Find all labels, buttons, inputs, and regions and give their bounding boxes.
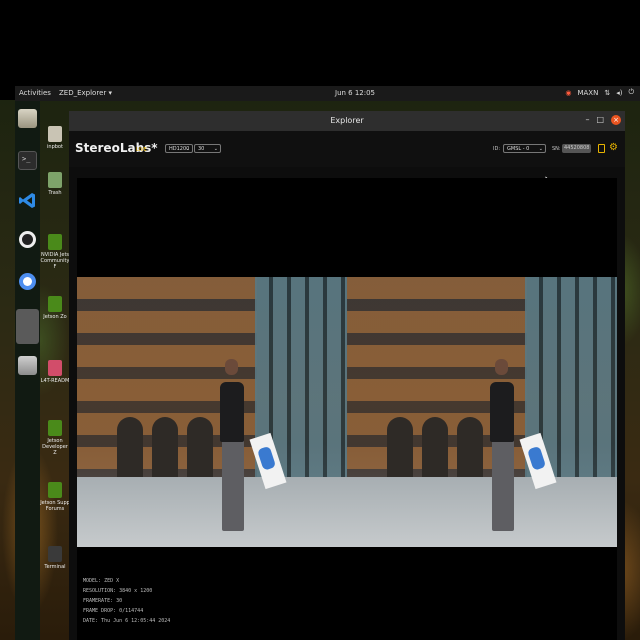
right-camera-image [347, 277, 617, 547]
chromium-app-icon[interactable] [19, 273, 36, 290]
desktop-icon-jetson-support[interactable]: Jetson Supp Forums [40, 482, 70, 512]
nvidia-icon [48, 420, 62, 436]
desktop-icon-l4t-readme[interactable]: L4T-READM [40, 360, 70, 384]
desktop-icon-jetson-developer[interactable]: Jetson Developer Z [40, 420, 70, 456]
desktop-icon-inpbot[interactable]: inpbot [40, 126, 70, 150]
desktop-icon-nvidia-community[interactable]: NVIDIA Jets Community F [40, 234, 70, 270]
status-area[interactable]: ◉ MAXN ⇅ ◂) ⏻ [565, 88, 634, 97]
live-badge: LIVE [136, 147, 147, 153]
nvidia-icon [48, 482, 62, 498]
desktop-icon-terminal[interactable]: Terminal [40, 546, 70, 570]
terminal-icon [48, 546, 62, 562]
toolbar: StereoLabs* LIVE HD1200 ⌄ 30 ⌄ ID: GMSL - … [69, 131, 625, 184]
left-camera-image [77, 277, 347, 547]
info-resolution: RESOLUTION: 3840 x 1200 [83, 588, 153, 594]
nvidia-power-icon[interactable]: ◉ [565, 89, 571, 97]
zed-explorer-app-icon[interactable] [16, 309, 39, 344]
fps-select[interactable]: 30 ⌄ [194, 144, 221, 153]
window-titlebar[interactable]: Explorer – □ × [69, 111, 625, 131]
top-bar: Activities ZED_Explorer ▾ Jun 6 12:05 ◉ … [15, 86, 640, 101]
video-viewer[interactable]: MODEL: ZED X RESOLUTION: 3840 x 1200 FRA… [77, 178, 617, 640]
record-icon[interactable] [598, 144, 605, 153]
activities-button[interactable]: Activities [19, 89, 51, 97]
terminal-app-icon[interactable] [18, 151, 37, 170]
maximize-button[interactable]: □ [596, 115, 604, 125]
resolution-select[interactable]: HD1200 ⌄ [165, 144, 193, 153]
volume-icon: ◂) [616, 88, 623, 97]
nvidia-icon [48, 296, 62, 312]
drive-app-icon[interactable] [18, 356, 37, 375]
camera-select[interactable]: GMSL - 0 ⌄ [503, 144, 546, 153]
info-frame-drop: FRAME DROP: 0/114744 [83, 608, 144, 614]
vscode-app-icon[interactable] [18, 191, 37, 210]
gear-icon[interactable]: ⚙ [609, 143, 618, 153]
serial-number-field: 44520808 [562, 144, 591, 153]
chevron-down-icon: ⌄ [538, 146, 543, 152]
power-icon: ⏻ [628, 88, 634, 96]
folder-icon [48, 126, 62, 142]
obs-app-icon[interactable] [19, 231, 36, 248]
camera-info-overlay: MODEL: ZED X RESOLUTION: 3840 x 1200 FRA… [83, 576, 170, 626]
chevron-down-icon: ⌄ [213, 146, 218, 152]
minimize-button[interactable]: – [585, 115, 589, 125]
power-mode-label[interactable]: MAXN [577, 89, 598, 97]
desktop-icon-trash[interactable]: Trash [40, 172, 70, 196]
desktop-icon-jetson-zoo[interactable]: Jetson Zo [40, 296, 70, 320]
folder-icon [48, 360, 62, 376]
serial-number-label: SN: [552, 146, 561, 152]
window-title: Explorer [330, 116, 364, 125]
app-menu[interactable]: ZED_Explorer ▾ [59, 89, 112, 97]
nvidia-icon [48, 234, 62, 250]
info-date: DATE: Thu Jun 6 12:05:44 2024 [83, 618, 171, 624]
chevron-down-icon: ⌄ [185, 146, 190, 152]
explorer-window: Explorer – □ × StereoLabs* LIVE HD1200 ⌄ … [69, 111, 625, 640]
camera-id-label: ID: [493, 146, 501, 152]
info-model: MODEL: ZED X [83, 578, 120, 584]
trash-icon [48, 172, 62, 188]
dock [15, 101, 40, 640]
network-icon: ⇅ [604, 88, 611, 97]
window-controls: – □ × [585, 115, 621, 125]
close-button[interactable]: × [611, 115, 621, 125]
files-app-icon[interactable] [18, 109, 37, 128]
clock[interactable]: Jun 6 12:05 [335, 89, 375, 97]
info-framerate: FRAMERATE: 30 [83, 598, 123, 604]
